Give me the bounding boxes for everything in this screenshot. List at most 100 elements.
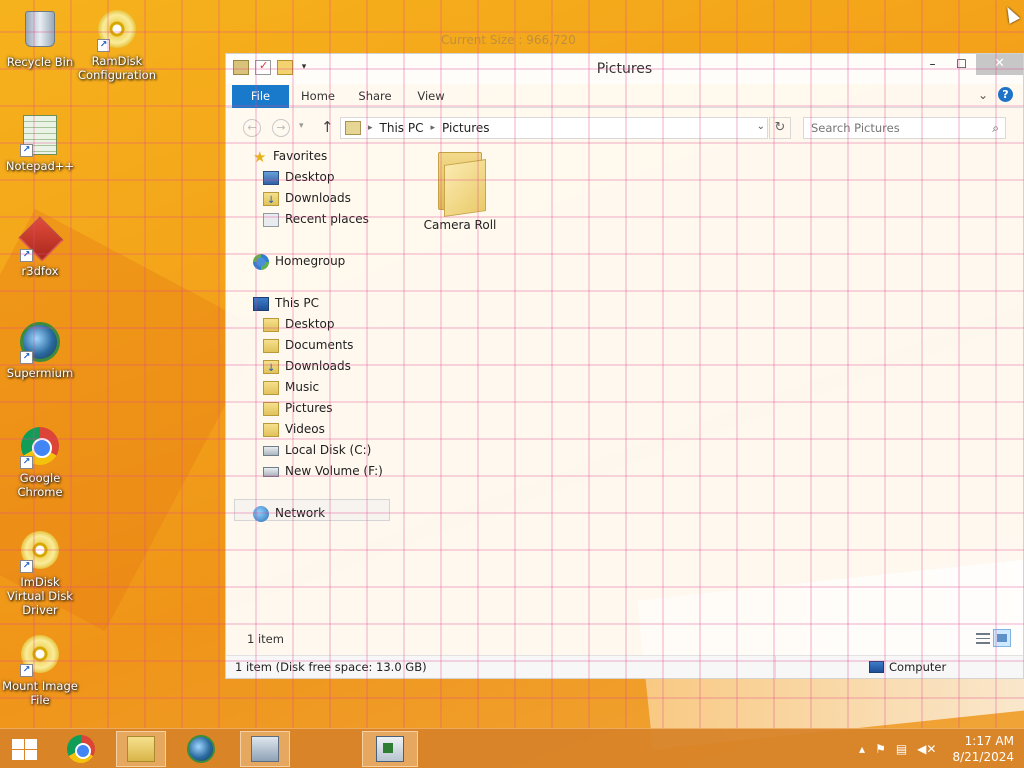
shortcut-arrow-icon: ↗: [20, 249, 33, 262]
status-bar: 1 item (Disk free space: 13.0 GB) Comput…: [226, 655, 1023, 678]
search-icon[interactable]: ⌕: [992, 121, 999, 136]
music-folder-icon: [263, 380, 279, 395]
nav-fav-recent-places[interactable]: Recent places: [263, 209, 369, 230]
shortcut-arrow-icon: ↗: [20, 351, 33, 364]
taskbar: ▴ ⚑ ▤ ◀✕ 1:17 AM 8/21/2024: [0, 728, 1024, 768]
desktop-icon-label: RamDisk Configuration: [78, 54, 156, 82]
chevron-down-icon[interactable]: ⌄: [757, 121, 765, 132]
chevron-right-icon[interactable]: ▸: [430, 123, 435, 133]
forward-button[interactable]: →: [272, 119, 290, 137]
nav-local-disk-c[interactable]: Local Disk (C:): [263, 440, 371, 461]
address-row: ← → ▾ ↑ ▸ This PC ▸ Pictures ⌄ ↻ ⌕: [226, 108, 1023, 146]
chevron-up-icon[interactable]: ▴: [859, 742, 865, 756]
taskbar-file-explorer[interactable]: [116, 731, 166, 767]
nav-label: Recent places: [285, 212, 369, 226]
search-box[interactable]: ⌕: [803, 117, 1006, 139]
maximize-button[interactable]: ☐: [947, 54, 976, 75]
folder-item-label: Camera Roll: [423, 218, 497, 232]
status-location: Computer: [889, 660, 947, 674]
clock-time: 1:17 AM: [964, 734, 1014, 748]
desktop-icon-notepadpp[interactable]: ↗ Notepad++: [0, 114, 80, 173]
recent-locations-icon[interactable]: ▾: [299, 121, 304, 131]
expand-ribbon-icon[interactable]: ⌄: [978, 88, 988, 102]
start-button[interactable]: [10, 737, 38, 761]
nav-new-volume-f[interactable]: New Volume (F:): [263, 461, 383, 482]
nav-label: New Volume (F:): [285, 464, 383, 478]
help-icon[interactable]: ?: [998, 87, 1013, 102]
taskbar-chrome[interactable]: [56, 731, 106, 767]
title-bar[interactable]: ▾ Pictures – ☐ ✕: [226, 54, 1023, 84]
desktop-icon-ramdisk[interactable]: ↗ RamDisk Configuration: [77, 8, 157, 82]
network-status-icon[interactable]: ▤: [896, 742, 907, 756]
shortcut-arrow-icon: ↗: [20, 664, 33, 677]
drive-icon: [263, 445, 279, 456]
refresh-button[interactable]: ↻: [769, 117, 791, 139]
breadcrumb-pictures[interactable]: Pictures: [442, 121, 490, 135]
tab-file[interactable]: File: [232, 85, 289, 108]
breadcrumb-this-pc[interactable]: This PC: [380, 121, 424, 135]
folder-item-camera-roll[interactable]: Camera Roll: [422, 152, 498, 232]
desktop-icon-label: Notepad++: [5, 159, 75, 173]
system-tray: ▴ ⚑ ▤ ◀✕ 1:17 AM 8/21/2024: [859, 729, 1024, 768]
details-view-icon[interactable]: [976, 633, 990, 644]
tab-view[interactable]: View: [410, 85, 452, 108]
close-button[interactable]: ✕: [976, 54, 1023, 75]
nav-label: Documents: [285, 338, 354, 352]
up-button[interactable]: ↑: [321, 118, 334, 136]
flag-icon[interactable]: ⚑: [875, 742, 886, 756]
item-count: 1 item: [247, 632, 284, 646]
volume-muted-icon[interactable]: ◀✕: [917, 742, 936, 756]
desktop-icon-recycle-bin[interactable]: Recycle Bin: [0, 8, 80, 69]
computer-icon: [253, 296, 269, 311]
desktop-icon-label: Supermium: [6, 366, 74, 380]
desktop-icon-mount-image[interactable]: ↗ Mount Image File: [0, 633, 80, 707]
nav-favorites[interactable]: ★ Favorites: [253, 146, 327, 167]
star-icon: ★: [253, 147, 267, 166]
nav-fav-downloads[interactable]: Downloads: [263, 188, 351, 211]
nav-pc-documents[interactable]: Documents: [263, 335, 353, 356]
chrome-icon: [67, 735, 95, 763]
nav-this-pc[interactable]: This PC: [253, 293, 319, 314]
ribbon: File Home Share View ⌄ ?: [226, 84, 1023, 108]
nav-pc-desktop[interactable]: Desktop: [263, 314, 335, 335]
desktop-icon-r3dfox[interactable]: ↗ r3dfox: [0, 216, 80, 278]
clock-date: 8/21/2024: [952, 750, 1014, 764]
nav-pc-videos[interactable]: Videos: [263, 419, 325, 440]
nav-label: Videos: [285, 422, 325, 436]
desktop-icon-label: Recycle Bin: [6, 55, 74, 69]
file-explorer-icon: [127, 736, 155, 762]
tab-home[interactable]: Home: [296, 85, 340, 108]
tab-share[interactable]: Share: [352, 85, 398, 108]
pictures-folder-icon: [263, 401, 279, 416]
nav-fav-desktop[interactable]: Desktop: [263, 167, 335, 188]
status-disk-space: 1 item (Disk free space: 13.0 GB): [235, 660, 427, 674]
desktop-icon-imdisk[interactable]: ↗ ImDisk Virtual Disk Driver: [0, 529, 80, 617]
back-button[interactable]: ←: [243, 119, 261, 137]
desktop-icon-google-chrome[interactable]: ↗ Google Chrome: [0, 425, 80, 499]
shortcut-arrow-icon: ↗: [20, 456, 33, 469]
folder-icon: [263, 338, 279, 353]
address-bar[interactable]: ▸ This PC ▸ Pictures ⌄: [340, 117, 768, 139]
app-window-icon: [376, 736, 404, 762]
navigation-pane: ★ Favorites Desktop Downloads Recent pla…: [226, 146, 396, 586]
nav-pc-pictures[interactable]: Pictures: [263, 398, 333, 419]
search-input[interactable]: [804, 118, 974, 138]
desktop-icon-supermium[interactable]: ↗ Supermium: [0, 321, 80, 380]
nav-label: Downloads: [285, 191, 351, 205]
nav-network[interactable]: Network: [253, 503, 325, 524]
nav-pc-music[interactable]: Music: [263, 377, 319, 398]
taskbar-resource-monitor[interactable]: [240, 731, 290, 767]
taskbar-app[interactable]: [362, 731, 418, 767]
taskbar-supermium[interactable]: [176, 731, 226, 767]
nav-homegroup[interactable]: Homegroup: [253, 251, 345, 272]
recycle-bin-icon: [25, 11, 55, 47]
monitor-icon: [251, 736, 279, 762]
size-readout: Current Size : 966,720: [441, 33, 576, 47]
homegroup-icon: [253, 253, 269, 270]
minimize-button[interactable]: –: [918, 54, 947, 75]
clock[interactable]: 1:17 AM 8/21/2024: [952, 733, 1014, 765]
chevron-right-icon[interactable]: ▸: [368, 123, 373, 133]
mouse-cursor-icon: [1001, 4, 1021, 24]
large-icons-view-icon[interactable]: [993, 629, 1011, 647]
nav-pc-downloads[interactable]: Downloads: [263, 356, 351, 379]
